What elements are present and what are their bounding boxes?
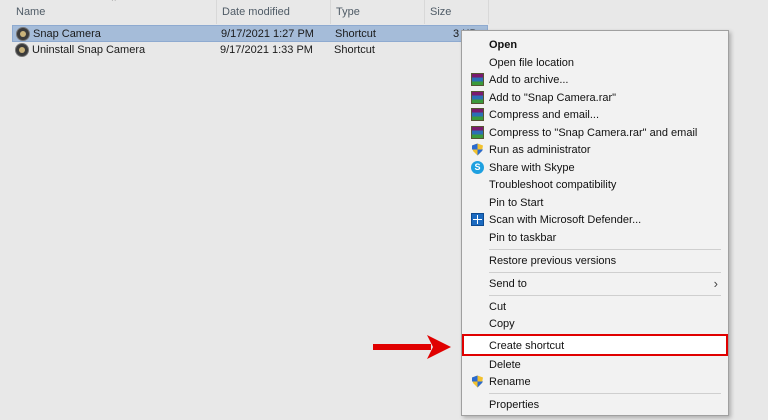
menu-item-pin-start[interactable]: Pin to Start bbox=[462, 194, 728, 212]
defender-icon bbox=[471, 213, 484, 226]
winrar-icon bbox=[471, 108, 484, 121]
uac-shield-icon bbox=[471, 375, 484, 388]
menu-item-pin-taskbar[interactable]: Pin to taskbar bbox=[462, 229, 728, 247]
menu-item-compress-email[interactable]: Compress and email... bbox=[462, 106, 728, 124]
menu-separator bbox=[489, 393, 721, 394]
winrar-icon bbox=[471, 126, 484, 139]
menu-item-label: Cut bbox=[489, 301, 507, 313]
winrar-icon bbox=[471, 73, 484, 86]
snap-camera-icon bbox=[15, 43, 29, 57]
menu-item-share-skype[interactable]: S Share with Skype bbox=[462, 159, 728, 177]
menu-item-restore-versions[interactable]: Restore previous versions bbox=[462, 252, 728, 270]
menu-item-cut[interactable]: Cut bbox=[462, 298, 728, 316]
menu-item-run-as-admin[interactable]: Run as administrator bbox=[462, 141, 728, 159]
column-divider[interactable] bbox=[216, 0, 217, 24]
uac-shield-icon bbox=[471, 143, 484, 156]
menu-item-add-to-rar[interactable]: Add to "Snap Camera.rar" bbox=[462, 89, 728, 107]
menu-item-add-to-archive[interactable]: Add to archive... bbox=[462, 71, 728, 89]
menu-item-label: Share with Skype bbox=[489, 162, 575, 174]
menu-item-label: Add to archive... bbox=[489, 74, 569, 86]
file-date: 9/17/2021 1:27 PM bbox=[221, 28, 314, 40]
menu-item-properties[interactable]: Properties bbox=[462, 396, 728, 414]
menu-item-label: Scan with Microsoft Defender... bbox=[489, 214, 642, 226]
menu-item-send-to[interactable]: Send to › bbox=[462, 275, 728, 293]
menu-item-label: Open bbox=[489, 39, 518, 51]
column-date-modified[interactable]: Date modified bbox=[218, 6, 290, 22]
menu-item-scan-defender[interactable]: Scan with Microsoft Defender... bbox=[462, 211, 728, 229]
context-menu: Open Open file location Add to archive..… bbox=[461, 30, 729, 416]
column-size[interactable]: Size bbox=[426, 6, 451, 22]
menu-item-create-shortcut[interactable]: Create shortcut bbox=[462, 337, 728, 355]
menu-item-rename[interactable]: Rename bbox=[462, 373, 728, 391]
menu-item-label: Compress and email... bbox=[489, 109, 600, 121]
file-row-snap-camera[interactable]: Snap Camera 9/17/2021 1:27 PM Shortcut 3… bbox=[12, 25, 488, 42]
file-type: Shortcut bbox=[335, 28, 376, 40]
menu-item-open-file-location[interactable]: Open file location bbox=[462, 54, 728, 72]
file-row-uninstall-snap-camera[interactable]: Uninstall Snap Camera 9/17/2021 1:33 PM … bbox=[12, 42, 488, 59]
red-arrow-icon bbox=[373, 335, 451, 359]
column-divider[interactable] bbox=[488, 0, 489, 24]
snap-camera-icon bbox=[16, 27, 30, 41]
file-date: 9/17/2021 1:33 PM bbox=[220, 44, 313, 56]
menu-item-copy[interactable]: Copy bbox=[462, 315, 728, 333]
menu-item-label: Rename bbox=[489, 376, 531, 388]
menu-item-label: Properties bbox=[489, 399, 540, 411]
menu-item-label: Open file location bbox=[489, 57, 574, 69]
winrar-icon bbox=[471, 91, 484, 104]
menu-item-label: Troubleshoot compatibility bbox=[489, 179, 617, 191]
menu-item-label: Run as administrator bbox=[489, 144, 591, 156]
menu-separator bbox=[489, 272, 721, 273]
menu-item-label: Delete bbox=[489, 359, 521, 371]
column-divider[interactable] bbox=[424, 0, 425, 24]
menu-item-label: Add to "Snap Camera.rar" bbox=[489, 92, 617, 104]
skype-icon: S bbox=[471, 161, 484, 174]
file-type: Shortcut bbox=[334, 44, 375, 56]
menu-item-open[interactable]: Open bbox=[462, 36, 728, 54]
menu-item-label: Create shortcut bbox=[489, 340, 565, 352]
column-divider[interactable] bbox=[330, 0, 331, 24]
menu-item-delete[interactable]: Delete bbox=[462, 356, 728, 374]
menu-item-label: Pin to taskbar bbox=[489, 232, 557, 244]
file-name: Snap Camera bbox=[33, 28, 101, 40]
column-type[interactable]: Type bbox=[332, 6, 360, 22]
menu-item-label: Copy bbox=[489, 318, 515, 330]
menu-item-label: Send to bbox=[489, 278, 527, 290]
menu-item-compress-rar-email[interactable]: Compress to "Snap Camera.rar" and email bbox=[462, 124, 728, 142]
chevron-right-icon: › bbox=[713, 276, 718, 291]
menu-item-label: Compress to "Snap Camera.rar" and email bbox=[489, 127, 698, 139]
menu-separator bbox=[489, 249, 721, 250]
sort-ascending-icon: ⌃ bbox=[110, 0, 118, 7]
file-name: Uninstall Snap Camera bbox=[32, 44, 146, 56]
menu-separator bbox=[489, 295, 721, 296]
column-name[interactable]: Name bbox=[12, 6, 45, 22]
column-header: ⌃ Name Date modified Type Size bbox=[0, 0, 768, 24]
menu-item-troubleshoot[interactable]: Troubleshoot compatibility bbox=[462, 176, 728, 194]
menu-item-label: Restore previous versions bbox=[489, 255, 617, 267]
menu-item-label: Pin to Start bbox=[489, 197, 544, 209]
